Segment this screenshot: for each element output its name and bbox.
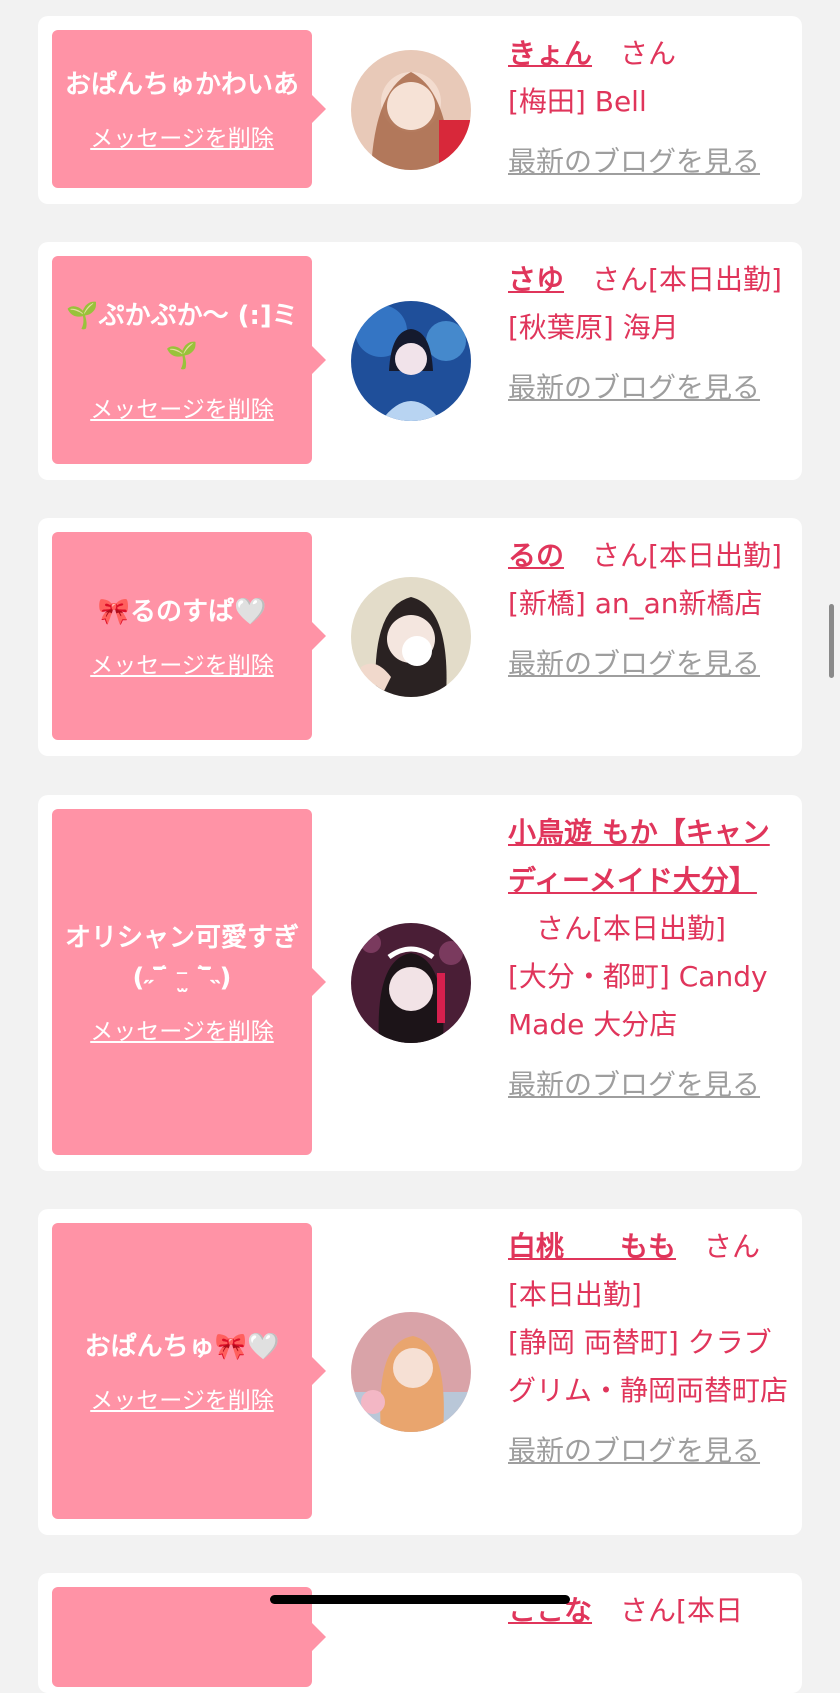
honorific: さん [620, 1594, 677, 1627]
girl-name-link[interactable]: るの [508, 539, 564, 572]
info-column: 白桃 もも さん [本日出勤] [静岡 両替町] クラブグリム・静岡両替町店 最新の… [508, 1223, 792, 1475]
avatar[interactable] [351, 301, 471, 421]
girl-name-link[interactable]: さゆ [508, 263, 564, 296]
info-column: きょん さん [梅田] Bell 最新のブログを見る [508, 30, 792, 186]
latest-blog-link[interactable]: 最新のブログを見る [508, 1061, 792, 1109]
latest-blog-link[interactable]: 最新のブログを見る [508, 640, 792, 688]
message-text: 🎀るのすぱ🤍 [97, 597, 267, 627]
message-text: おぱんちゅかわいあ [64, 70, 299, 100]
message-bubble: おぱんちゅ🎀🤍 メッセージを削除 [52, 1223, 326, 1519]
latest-blog-link[interactable]: 最新のブログを見る [508, 364, 792, 412]
status-label: [本日出勤] [592, 912, 726, 945]
message-bubble: オリシャン可愛すぎ(˶‾᷄ ⁻̫ ‾᷅˵) メッセージを削除 [52, 809, 326, 1155]
avatar-photo-icon [351, 923, 471, 1043]
status-label: [本日出勤] [648, 539, 782, 572]
info-column: 小鳥遊 もか【キャンディーメイド大分】さん[本日出勤] [大分・都町] Cand… [508, 809, 792, 1109]
favorite-card: おぱんちゅ🎀🤍 メッセージを削除 白桃 もも さん [本日出勤] [静岡 両替町] … [38, 1209, 802, 1535]
avatar-photo-icon [351, 50, 471, 170]
status-label: [本日出勤] [508, 1278, 642, 1311]
delete-message-link[interactable]: メッセージを削除 [90, 1381, 274, 1415]
favorite-card: 🎀るのすぱ🤍 メッセージを削除 るの さん[本日出勤] [新橋] an_an新橋店… [38, 518, 802, 756]
message-text: おぱんちゅ🎀🤍 [84, 1332, 280, 1362]
status-label: [本日 [676, 1594, 743, 1627]
favorite-card: オリシャン可愛すぎ(˶‾᷄ ⁻̫ ‾᷅˵) メッセージを削除 小鳥遊 もか【キャ… [38, 795, 802, 1171]
delete-message-link[interactable]: メッセージを削除 [90, 119, 274, 153]
avatar[interactable] [351, 577, 471, 697]
avatar-photo-icon [351, 1312, 471, 1432]
shop-label: [秋葉原] 海月 [508, 311, 679, 344]
avatar-photo-icon [351, 301, 471, 421]
girl-name-link[interactable]: 白桃 もも [508, 1230, 676, 1263]
favorite-card: 🌱ぷかぷか〜 (:]ミ🌱 メッセージを削除 さゆ さん[本日出勤] [秋葉原] 海… [38, 242, 802, 480]
honorific: さん [620, 37, 677, 70]
honorific: さん [704, 1230, 761, 1263]
avatar[interactable] [351, 923, 471, 1043]
shop-label: [梅田] Bell [508, 85, 647, 118]
girl-name-link[interactable]: 小鳥遊 もか【キャンディーメイド大分】 [508, 816, 770, 897]
info-column: るの さん[本日出勤] [新橋] an_an新橋店 最新のブログを見る [508, 532, 792, 688]
shop-label: [静岡 両替町] クラブグリム・静岡両替町店 [508, 1326, 789, 1407]
honorific: さん [536, 912, 593, 945]
latest-blog-link[interactable]: 最新のブログを見る [508, 1427, 792, 1475]
message-text: 🌱ぷかぷか〜 (:]ミ🌱 [66, 301, 298, 371]
girl-name-link[interactable]: きょん [508, 37, 592, 70]
avatar-photo-icon [351, 577, 471, 697]
delete-message-link[interactable]: メッセージを削除 [90, 1012, 274, 1046]
avatar[interactable] [351, 1312, 471, 1432]
shop-label: [新橋] an_an新橋店 [508, 587, 763, 620]
favorite-card: ここな さん[本日 [38, 1573, 802, 1693]
delete-message-link[interactable]: メッセージを削除 [90, 390, 274, 424]
home-indicator[interactable] [270, 1595, 570, 1604]
favorite-card: おぱんちゅかわいあ メッセージを削除 きょん さん [梅田] Bell 最新のブロ… [38, 16, 802, 204]
message-bubble: おぱんちゅかわいあ メッセージを削除 [52, 30, 326, 188]
info-column: さゆ さん[本日出勤] [秋葉原] 海月 最新のブログを見る [508, 256, 792, 412]
scrollbar[interactable] [829, 604, 834, 678]
message-bubble: 🌱ぷかぷか〜 (:]ミ🌱 メッセージを削除 [52, 256, 326, 464]
message-bubble: 🎀るのすぱ🤍 メッセージを削除 [52, 532, 326, 740]
honorific: さん [592, 539, 649, 572]
latest-blog-link[interactable]: 最新のブログを見る [508, 138, 792, 186]
avatar[interactable] [351, 50, 471, 170]
status-label: [本日出勤] [648, 263, 782, 296]
delete-message-link[interactable]: メッセージを削除 [90, 646, 274, 680]
message-text: オリシャン可愛すぎ(˶‾᷄ ⁻̫ ‾᷅˵) [64, 923, 299, 993]
shop-label: [大分・都町] Candy Made 大分店 [508, 960, 768, 1041]
honorific: さん [592, 263, 649, 296]
